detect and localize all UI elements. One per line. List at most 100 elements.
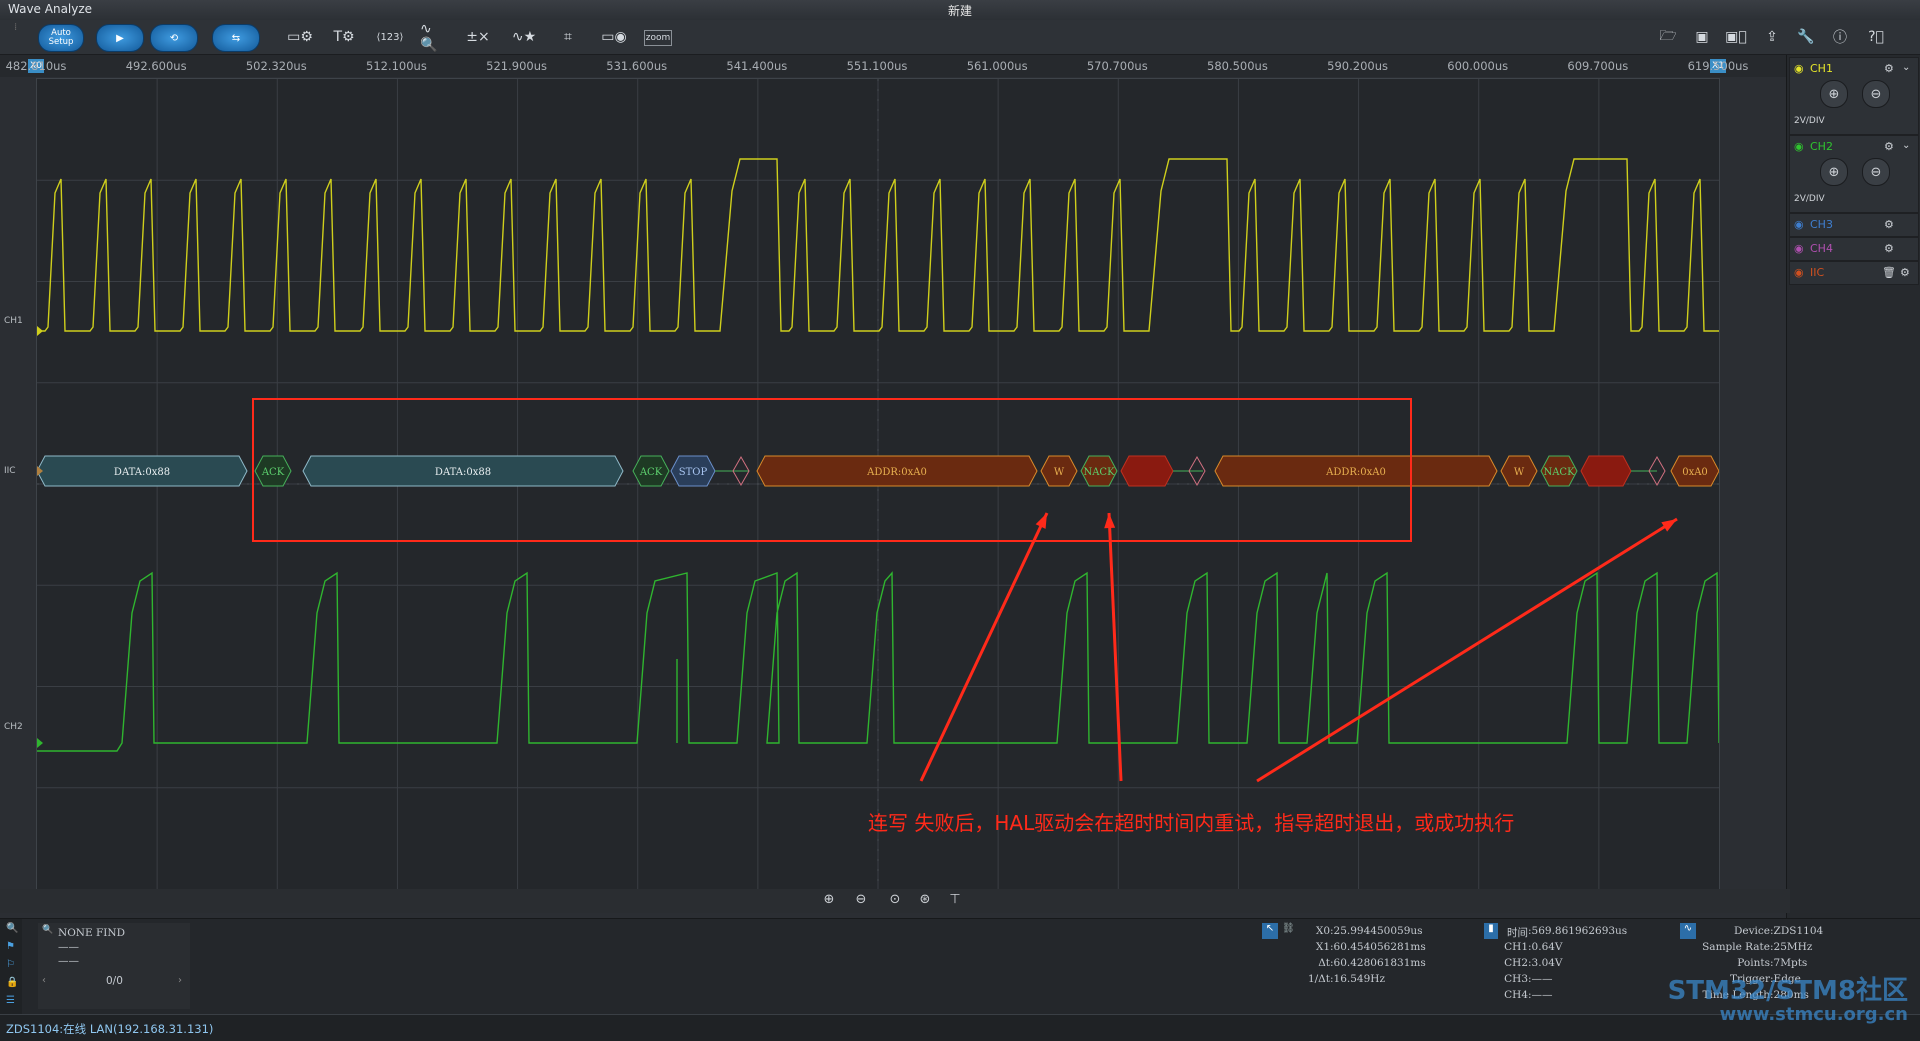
ch3-name: CH3	[1810, 218, 1833, 231]
zoom-fit-icon[interactable]: ⊛	[914, 892, 936, 910]
filter-icon[interactable]: ⚑	[6, 941, 15, 952]
info-button[interactable]: ⓘ	[1826, 26, 1854, 48]
horizontal-zoom-in-icon[interactable]: ⊕	[818, 892, 840, 910]
waveform-plot[interactable]: DATA:0x88 ACK DATA:0x88 ACK STOP ADDR:0xA0 W NA…	[36, 78, 1720, 890]
math-button[interactable]: ±×	[464, 26, 492, 48]
readout-key: Δt	[1318, 957, 1330, 969]
crop-icon: ⌗	[564, 29, 572, 45]
fft-button[interactable]: ∿★	[510, 26, 538, 48]
run-icon: ▶	[116, 32, 124, 44]
iic-card[interactable]: ◉ IIC 🗑 ⚙	[1789, 261, 1919, 285]
readout-value: 3.04V	[1531, 957, 1563, 969]
readout-value: 16.549Hz	[1333, 973, 1385, 985]
readout-value: 0.64V	[1531, 941, 1563, 953]
help-button[interactable]: ?⃝	[1862, 26, 1890, 48]
ch4-card[interactable]: ◉ CH4 ⚙	[1789, 237, 1919, 261]
eye-icon[interactable]: ◉	[1794, 242, 1804, 255]
time-tick-label: 492.600us	[125, 59, 187, 73]
zoom-button[interactable]: zoom	[644, 30, 672, 46]
tools-button[interactable]: 🔧	[1792, 26, 1820, 48]
window-view-button[interactable]: ▭◉	[600, 26, 628, 48]
search-icon[interactable]: 🔍	[6, 923, 18, 934]
waveform-canvas[interactable]: DATA:0x88 ACK DATA:0x88 ACK STOP ADDR:0xA0 W NA…	[37, 79, 1719, 889]
zoom-reset-icon[interactable]: ⊙	[884, 892, 906, 910]
search-dash-2: ——	[58, 955, 79, 967]
decode-packet-label: W	[1514, 467, 1525, 478]
decode-packet-label: NACK	[1083, 467, 1115, 478]
save-button[interactable]: ▣	[1688, 26, 1716, 48]
time-ruler[interactable]: X0 X1 482.810us 492.600us 502.320us 512.100…	[0, 55, 1790, 77]
decode-error-block	[1580, 455, 1632, 487]
trigger-settings-button[interactable]: T⚙	[330, 26, 358, 48]
auto-setup-button[interactable]: Auto Setup	[38, 24, 84, 52]
ch3-card[interactable]: ◉ CH3 ⚙	[1789, 213, 1919, 237]
ch1-zoom-in-button[interactable]: ⊕	[1820, 80, 1848, 108]
status-bar: ZDS1104:在线 LAN(192.168.31.131)	[0, 1014, 1920, 1041]
decode-packet-label: DATA:0x88	[435, 467, 491, 478]
time-tick-label: 561.000us	[966, 59, 1028, 73]
next-page-icon[interactable]: ›	[178, 975, 182, 986]
time-tick-label: 619.500us	[1687, 59, 1749, 73]
decode-packet-label: STOP	[679, 467, 708, 478]
ch1-zoom-out-button[interactable]: ⊖	[1862, 80, 1890, 108]
swap-button[interactable]: ⇆	[212, 24, 260, 52]
ch2-zoom-out-button[interactable]: ⊖	[1862, 158, 1890, 186]
eye-icon[interactable]: ◉	[1794, 62, 1804, 75]
annotation-arrow	[1256, 517, 1678, 783]
ch1-axis-label: CH1	[4, 316, 23, 326]
ch1-name: CH1	[1810, 62, 1833, 75]
eye-icon[interactable]: ◉	[1794, 218, 1804, 231]
chevron-down-icon[interactable]: ⌄	[1902, 140, 1910, 151]
gear-icon[interactable]: ⚙	[1884, 140, 1894, 153]
run-button[interactable]: ▶	[96, 24, 144, 52]
gear-icon[interactable]: ⚙	[1884, 242, 1894, 255]
annotation-text: 连写 失败后，HAL驱动会在超时时间内重试，指导超时退出，或成功执行	[868, 811, 1515, 835]
gear-icon[interactable]: ⚙	[1900, 266, 1910, 279]
ch2-card[interactable]: ◉ CH2 ⚙ ⌄ ⊕ ⊖ 2V/DIV	[1789, 135, 1919, 213]
cursor-icon[interactable]: ↖	[1262, 923, 1278, 939]
flag-icon[interactable]: ⚐	[6, 959, 15, 970]
title-bar: Wave Analyze 新建	[0, 0, 1920, 21]
time-tick-label: 600.000us	[1447, 59, 1509, 73]
display-settings-button[interactable]: ▭⚙	[286, 26, 314, 48]
decode-packet-label: NACK	[1543, 467, 1575, 478]
save-as-button[interactable]: ▣⃓	[1722, 26, 1750, 48]
readout-row: CH4 : ——	[1502, 989, 1672, 1005]
watermark-line-1: STM32/STM8社区	[1667, 976, 1908, 1006]
level-icon[interactable]: ▮	[1484, 923, 1498, 939]
measure-button[interactable]: ∿🔍	[420, 21, 448, 53]
search-status: NONE FIND	[58, 927, 126, 939]
ch2-zoom-in-button[interactable]: ⊕	[1820, 158, 1848, 186]
decode-packet-label: ACK	[261, 467, 285, 478]
readout-key: 时间	[1507, 927, 1528, 939]
swap-icon: ⇆	[231, 32, 241, 44]
search-icon: 🔍	[42, 925, 54, 935]
eye-icon[interactable]: ◉	[1794, 140, 1804, 153]
horizontal-zoom-out-icon[interactable]: ⊖	[850, 892, 872, 910]
gear-icon[interactable]: ⚙	[1884, 218, 1894, 231]
gear-icon[interactable]: ⚙	[1884, 62, 1894, 75]
readout-value: ——	[1531, 973, 1553, 985]
eye-icon[interactable]: ◉	[1794, 266, 1804, 279]
time-tick-label: 521.900us	[486, 59, 547, 73]
readout-key: Device	[1733, 925, 1770, 937]
list-icon[interactable]: ☰	[6, 995, 15, 1006]
lock-icon[interactable]: 🔒	[6, 977, 18, 988]
trash-icon[interactable]: 🗑	[1882, 266, 1896, 279]
chevron-down-icon[interactable]: ⌄	[1902, 62, 1910, 73]
readout-row: Device : ZDS1104	[1690, 925, 1890, 941]
link-icon[interactable]: ⛓	[1282, 923, 1295, 934]
zoom-in-icon: ⊕	[1828, 164, 1840, 180]
readout-key: Sample Rate	[1702, 941, 1770, 953]
decode-button[interactable]: ⟨123⟩	[376, 26, 404, 48]
export-button[interactable]: ⇪	[1758, 26, 1786, 48]
crop-button[interactable]: ⌗	[554, 26, 582, 48]
loop-button[interactable]: ⟲	[150, 24, 198, 52]
ch1-card[interactable]: ◉ CH1 ⚙ ⌄ ⊕ ⊖ 2V/DIV	[1789, 57, 1919, 135]
ch1-scale: 2V/DIV	[1794, 116, 1825, 126]
trigger-position-icon[interactable]: ⊤	[944, 892, 966, 910]
open-button[interactable]: 🗁	[1654, 26, 1682, 48]
display-icon: ▭⚙	[287, 29, 313, 45]
readout-key: 1/Δt	[1307, 973, 1330, 985]
prev-page-icon[interactable]: ‹	[42, 975, 46, 986]
